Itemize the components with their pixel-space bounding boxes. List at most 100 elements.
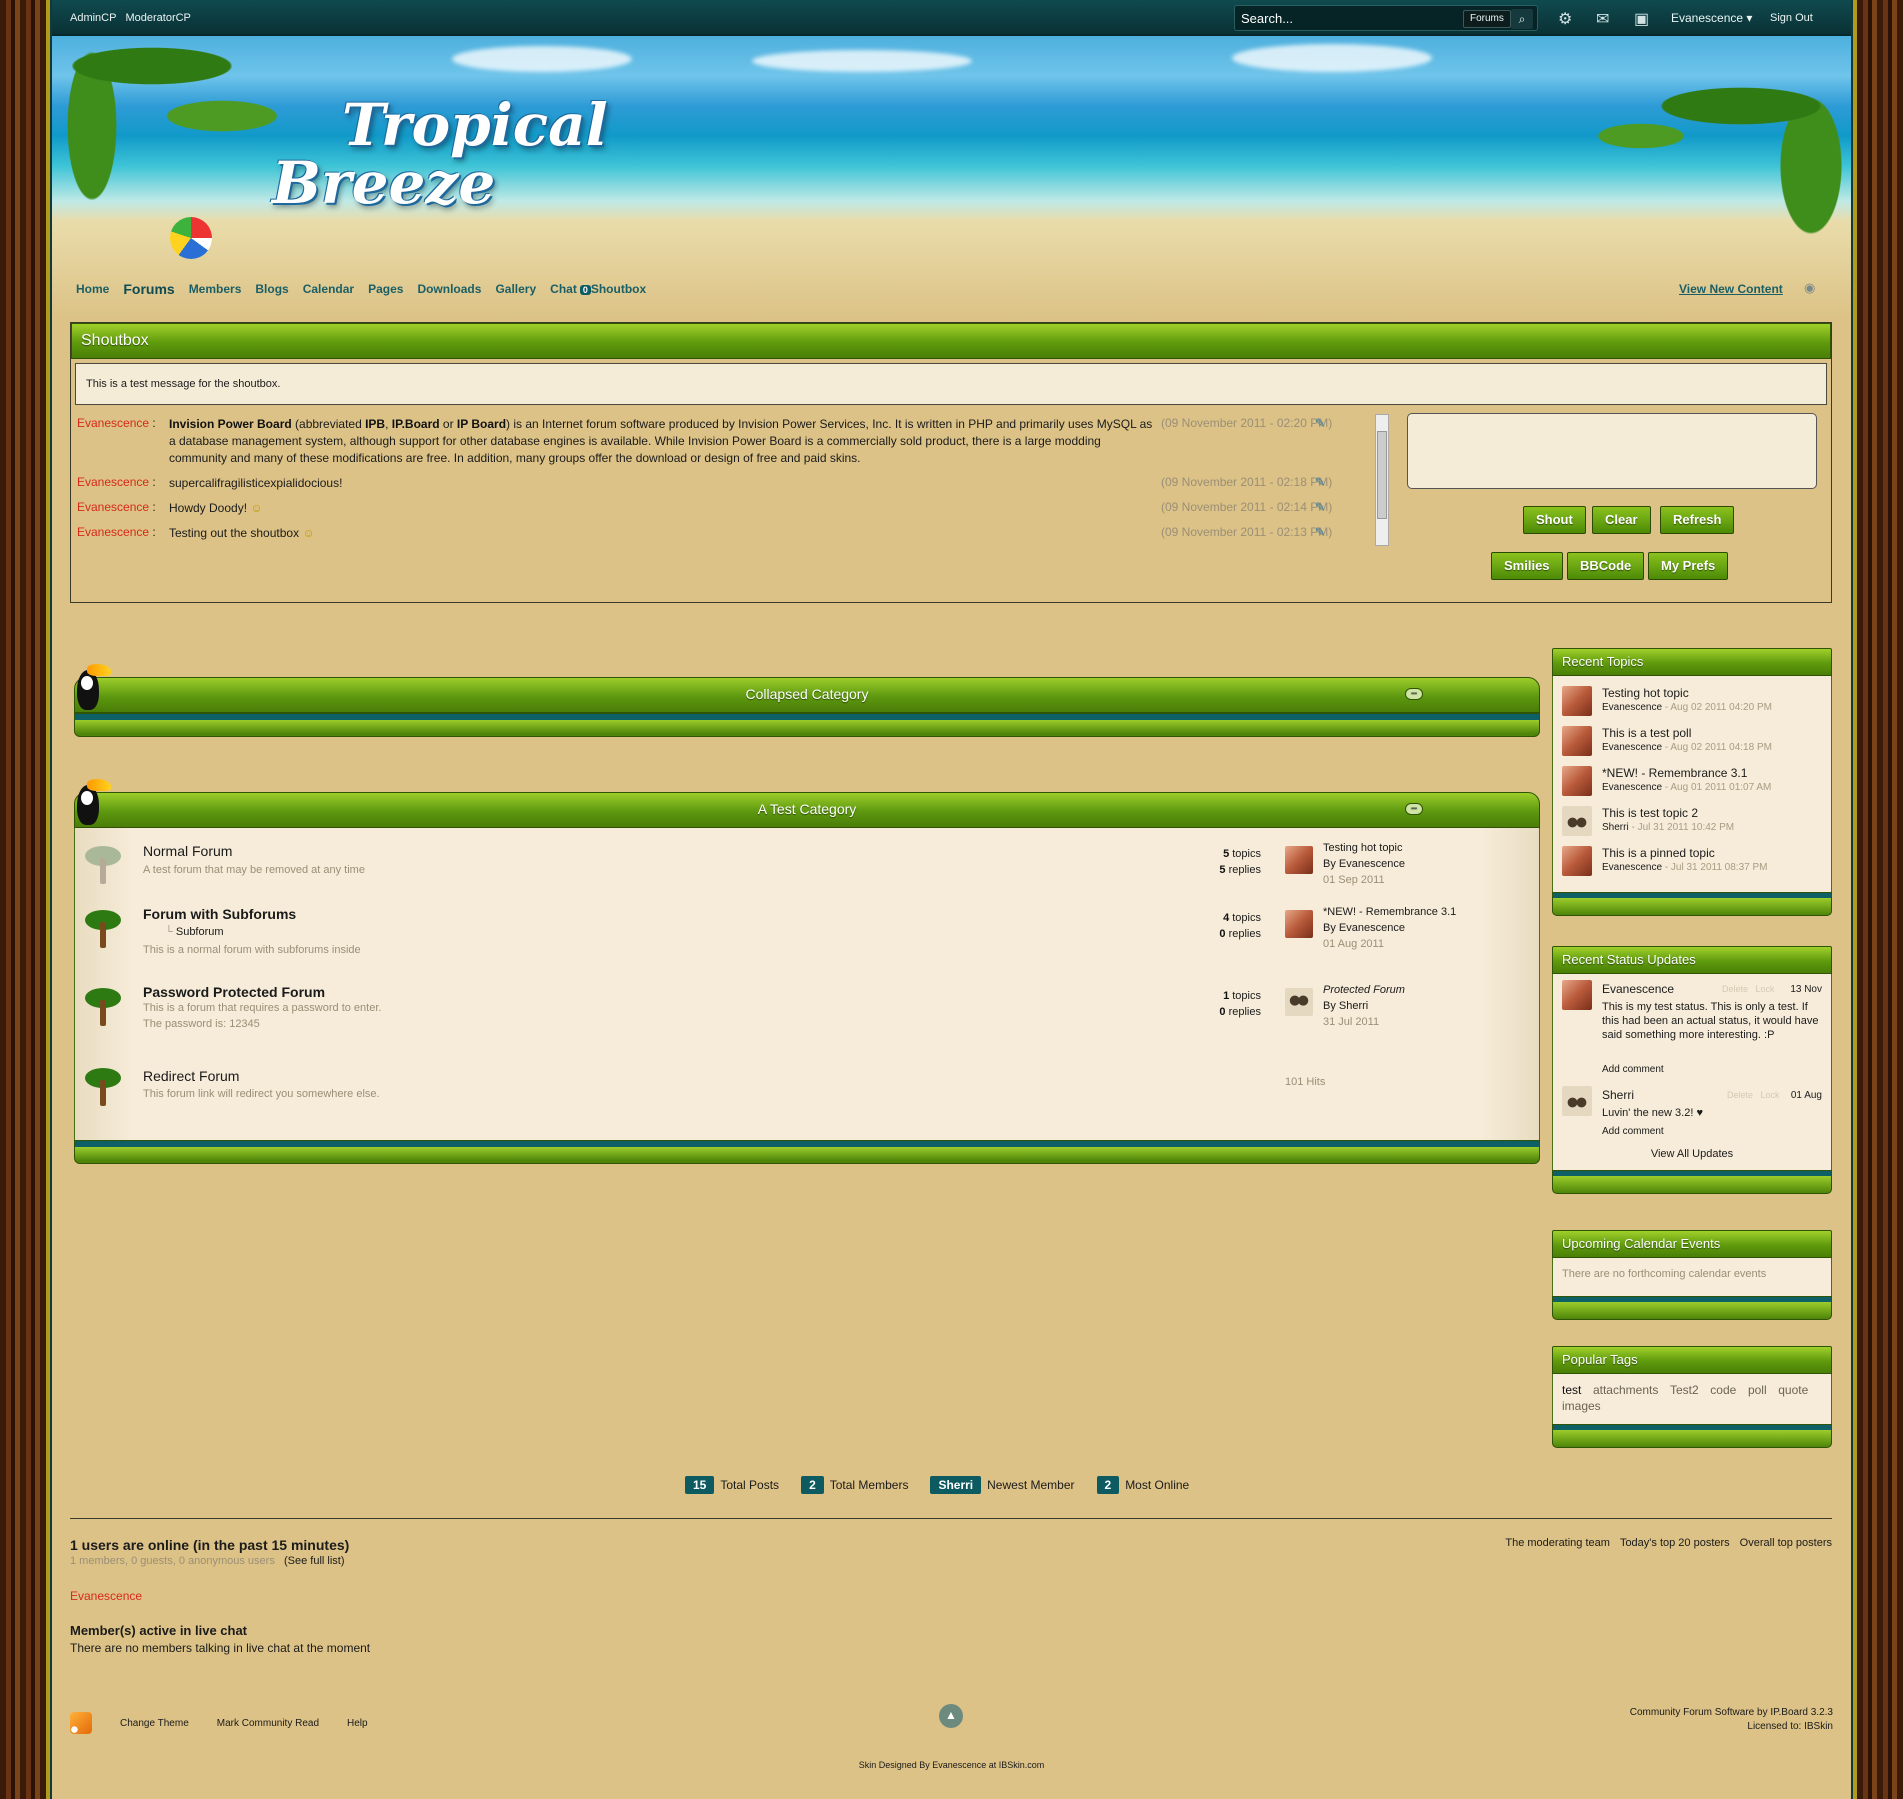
last-poster-avatar[interactable] xyxy=(1285,910,1313,938)
lock-link[interactable]: Lock xyxy=(1761,1090,1780,1100)
toggle-collapse-icon[interactable]: − xyxy=(1405,687,1423,700)
forum-title[interactable]: Redirect Forum xyxy=(143,1068,239,1084)
last-post-date[interactable]: 31 Jul 2011 xyxy=(1323,1016,1379,1028)
avatar[interactable] xyxy=(1562,726,1592,756)
tag-link[interactable]: quote xyxy=(1778,1383,1808,1397)
delete-link[interactable]: Delete xyxy=(1727,1090,1753,1100)
newest-member-link[interactable]: Sherri xyxy=(930,1476,982,1494)
last-post-date[interactable]: 01 Sep 2011 xyxy=(1323,874,1385,886)
forum-title[interactable]: Forum with Subforums xyxy=(143,906,296,922)
edit-shout-icon[interactable]: ✎ xyxy=(1315,525,1325,539)
last-poster-avatar[interactable] xyxy=(1285,846,1313,874)
settings-gear-icon[interactable]: ⚙ xyxy=(1558,9,1572,29)
view-new-content-link[interactable]: View New Content xyxy=(1679,282,1783,296)
shout-input[interactable] xyxy=(1407,413,1817,489)
avatar[interactable] xyxy=(1562,980,1592,1010)
avatar[interactable] xyxy=(1562,846,1592,876)
last-post-title[interactable]: *NEW! - Remembrance 3.1 xyxy=(1323,906,1456,918)
nav-home[interactable]: Home xyxy=(76,282,109,297)
moderatorcp-link[interactable]: ModeratorCP xyxy=(125,12,190,24)
copyright-line1[interactable]: Community Forum Software by IP.Board 3.2… xyxy=(1630,1707,1833,1718)
notifications-icon[interactable]: ▣ xyxy=(1634,9,1649,29)
last-post-title[interactable]: Testing hot topic xyxy=(1323,842,1403,854)
messenger-envelope-icon[interactable]: ✉ xyxy=(1596,9,1609,29)
recent-topic-title[interactable]: This is a test poll xyxy=(1602,726,1691,740)
shout-button[interactable]: Shout xyxy=(1523,506,1586,534)
search-icon[interactable]: ⌕ xyxy=(1511,9,1533,29)
edit-shout-icon[interactable]: ✎ xyxy=(1315,416,1325,430)
last-post-author[interactable]: By Evanescence xyxy=(1323,922,1405,934)
tag-link[interactable]: attachments xyxy=(1593,1383,1658,1397)
add-comment-link[interactable]: Add comment xyxy=(1602,1064,1664,1075)
recent-topic-title[interactable]: This is a pinned topic xyxy=(1602,846,1715,860)
avatar[interactable] xyxy=(1562,1086,1592,1116)
last-post-title[interactable]: Protected Forum xyxy=(1323,984,1405,996)
recent-topic-title[interactable]: *NEW! - Remembrance 3.1 xyxy=(1602,766,1747,780)
last-poster-avatar[interactable] xyxy=(1285,988,1313,1016)
moderating-team-link[interactable]: The moderating team xyxy=(1505,1537,1610,1549)
refresh-button[interactable]: Refresh xyxy=(1660,506,1735,534)
bbcode-button[interactable]: BBCode xyxy=(1567,552,1645,580)
tag-link[interactable]: Test2 xyxy=(1670,1383,1699,1397)
help-link[interactable]: Help xyxy=(347,1718,368,1729)
add-comment-link[interactable]: Add comment xyxy=(1602,1126,1664,1137)
avatar[interactable] xyxy=(1562,806,1592,836)
shout-author[interactable]: Evanescence xyxy=(77,416,169,467)
nav-chat[interactable]: Chat 0 Shoutbox xyxy=(550,282,646,297)
status-author[interactable]: Sherri xyxy=(1602,1088,1634,1102)
forum-title[interactable]: Password Protected Forum xyxy=(143,984,325,1000)
edit-shout-icon[interactable]: ✎ xyxy=(1315,475,1325,489)
status-author[interactable]: Evanescence xyxy=(1602,982,1674,996)
scrollbar-thumb[interactable] xyxy=(1377,431,1387,519)
skin-credit[interactable]: Skin Designed By Evanescence at IBSkin.c… xyxy=(52,1760,1851,1770)
shout-scrollbar[interactable] xyxy=(1375,414,1389,546)
lock-link[interactable]: Lock xyxy=(1756,984,1775,994)
back-to-top-icon[interactable]: ▲ xyxy=(939,1704,963,1728)
rss-feed-icon[interactable]: ◉ xyxy=(1804,280,1815,296)
avatar[interactable] xyxy=(1562,766,1592,796)
recent-topic-title[interactable]: This is test topic 2 xyxy=(1602,806,1698,820)
nav-members[interactable]: Members xyxy=(189,282,242,297)
mark-community-read-link[interactable]: Mark Community Read xyxy=(217,1718,319,1729)
online-user-link[interactable]: Evanescence xyxy=(70,1589,142,1603)
smilies-button[interactable]: Smilies xyxy=(1491,552,1563,580)
edit-shout-icon[interactable]: ✎ xyxy=(1315,500,1325,514)
category-header[interactable]: A Test Category − xyxy=(74,779,1540,828)
change-theme-link[interactable]: Change Theme xyxy=(120,1718,189,1729)
shout-author[interactable]: Evanescence xyxy=(77,525,169,542)
overall-top-posters-link[interactable]: Overall top posters xyxy=(1740,1537,1832,1549)
user-menu[interactable]: Evanescence ▾ xyxy=(1671,11,1752,25)
category-header[interactable]: Collapsed Category − xyxy=(74,664,1540,713)
last-post-date[interactable]: 01 Aug 2011 xyxy=(1323,938,1384,950)
search-scope-button[interactable]: Forums xyxy=(1463,10,1511,28)
nav-gallery[interactable]: Gallery xyxy=(495,282,536,297)
tag-link[interactable]: test xyxy=(1562,1383,1581,1397)
rss-icon[interactable] xyxy=(70,1712,92,1734)
toggle-collapse-icon[interactable]: − xyxy=(1405,802,1423,815)
last-post-author[interactable]: By Sherri xyxy=(1323,1000,1368,1012)
shout-author[interactable]: Evanescence xyxy=(77,475,169,492)
nav-downloads[interactable]: Downloads xyxy=(417,282,481,297)
clear-button[interactable]: Clear xyxy=(1592,506,1651,534)
admincp-link[interactable]: AdminCP xyxy=(70,12,116,24)
nav-forums[interactable]: Forums xyxy=(123,281,174,297)
todays-top-posters-link[interactable]: Today's top 20 posters xyxy=(1620,1537,1730,1549)
last-post-author[interactable]: By Evanescence xyxy=(1323,858,1405,870)
nav-blogs[interactable]: Blogs xyxy=(255,282,288,297)
view-all-updates-link[interactable]: View All Updates xyxy=(1553,1148,1831,1160)
recent-topic-title[interactable]: Testing hot topic xyxy=(1602,686,1689,700)
forum-title[interactable]: Normal Forum xyxy=(143,843,232,859)
tag-link[interactable]: code xyxy=(1710,1383,1736,1397)
tag-link[interactable]: images xyxy=(1562,1399,1601,1413)
shout-author[interactable]: Evanescence xyxy=(77,500,169,517)
subforum-link[interactable]: └ Subforum xyxy=(165,926,224,938)
tag-link[interactable]: poll xyxy=(1748,1383,1767,1397)
nav-pages[interactable]: Pages xyxy=(368,282,403,297)
delete-link[interactable]: Delete xyxy=(1722,984,1748,994)
my-prefs-button[interactable]: My Prefs xyxy=(1648,552,1729,580)
avatar[interactable] xyxy=(1562,686,1592,716)
sign-out-link[interactable]: Sign Out xyxy=(1770,12,1813,24)
site-logo[interactable]: Tropical Breeze xyxy=(272,96,608,212)
nav-calendar[interactable]: Calendar xyxy=(303,282,354,297)
see-full-list-link[interactable]: (See full list) xyxy=(284,1555,345,1567)
